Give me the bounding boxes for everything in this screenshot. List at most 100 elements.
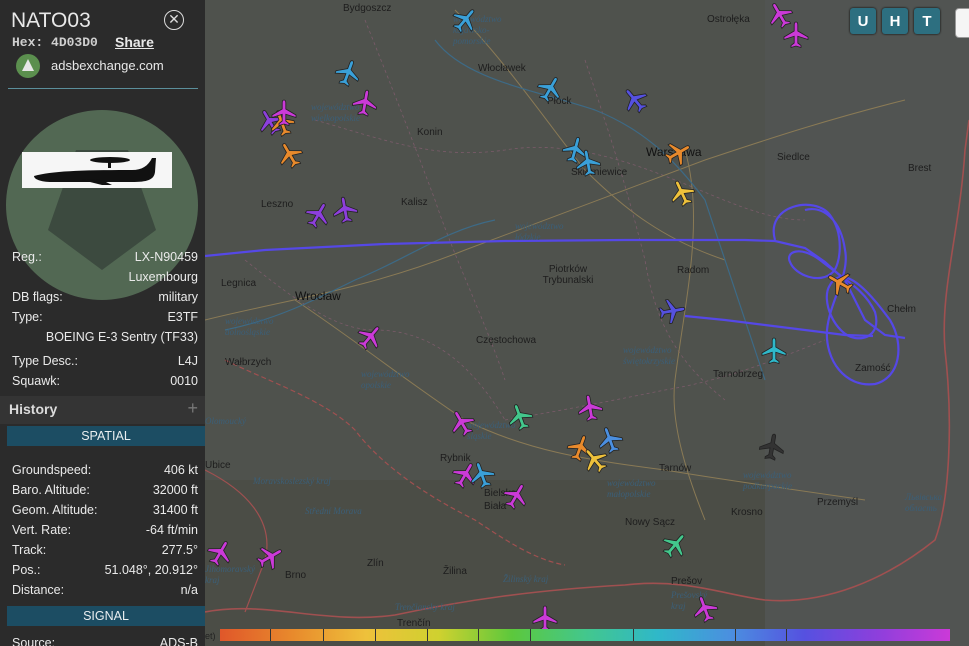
city-label: Siedlce (777, 152, 810, 163)
geom-altitude-label: Geom. Altitude: (12, 503, 98, 517)
signal-section-header[interactable]: SIGNAL (7, 606, 205, 626)
city-label: Brno (285, 570, 307, 581)
typedesc-value: L4J (177, 354, 198, 368)
vert-rate-value: -64 ft/min (145, 523, 198, 537)
region-label: województwo łódzkie (515, 221, 564, 242)
type-full-value: BOEING E-3 Sentry (TF33) (45, 330, 198, 344)
plane-icon[interactable] (759, 336, 789, 366)
hex-value: 4D03D0 (51, 35, 98, 50)
aircraft-silhouette-icon (22, 152, 172, 188)
source-label: Source: (12, 636, 56, 646)
region-label: Trenčiansky kraj (395, 602, 455, 612)
region-label: Žilinský kraj (503, 574, 549, 584)
city-label: Zamość (855, 363, 891, 374)
legend-label: et) (205, 631, 216, 641)
city-label: Bydgoszcz (343, 3, 392, 14)
city-label: Piotrków Trybunalski (542, 264, 594, 286)
plane-icon[interactable] (781, 20, 811, 50)
groundspeed-label: Groundspeed: (12, 463, 92, 477)
city-label: Wałbrzych (225, 357, 272, 368)
type-label: Type: (12, 310, 43, 324)
map-button-u[interactable]: U (850, 8, 876, 34)
altitude-legend (220, 629, 950, 641)
dbflags-label: DB flags: (12, 290, 63, 304)
track-label: Track: (12, 543, 47, 557)
city-label: Częstochowa (476, 335, 537, 346)
plane-icon[interactable] (573, 391, 608, 426)
distance-value: n/a (180, 583, 198, 597)
selected-plane-icon[interactable] (655, 294, 690, 329)
geom-altitude-value: 31400 ft (152, 503, 198, 517)
city-label: Tarnobrzeg (713, 369, 764, 380)
city-label: Legnica (221, 278, 257, 289)
region-label: województwo dolnośląskie (225, 316, 274, 337)
adsbexchange-logo-icon[interactable] (16, 54, 40, 78)
divider (8, 88, 198, 89)
city-label: Wrocław (295, 289, 341, 303)
track-value: 277.5° (161, 543, 198, 557)
city-label: Konin (417, 127, 443, 138)
layers-button[interactable] (955, 8, 969, 38)
city-label: Radom (677, 265, 710, 276)
city-label: Trenčín (397, 618, 431, 629)
plane-icon[interactable] (755, 430, 790, 465)
map-button-h[interactable]: H (882, 8, 908, 34)
share-link[interactable]: Share (115, 34, 154, 50)
history-section[interactable]: History + (0, 396, 205, 424)
close-icon[interactable]: ✕ (164, 10, 184, 30)
city-label: Zlín (367, 558, 384, 569)
city-label: Tarnów (659, 463, 692, 474)
region-label: województwo podkarpackie (743, 470, 792, 491)
plane-icon[interactable] (348, 86, 383, 121)
region-label: Olomoucký (205, 416, 246, 426)
region-label: województwo opolskie (361, 369, 410, 390)
city-label: Leszno (261, 199, 294, 210)
groundspeed-value: 406 kt (163, 463, 198, 477)
city-label: Ubice (205, 460, 231, 471)
region-label: Львівська область (905, 492, 942, 513)
position-label: Pos.: (12, 563, 41, 577)
callsign: NATO03 (11, 9, 91, 32)
map-background (205, 0, 969, 646)
typedesc-label: Type Desc.: (12, 354, 78, 368)
city-label: Włocławek (478, 63, 526, 74)
city-label: Krosno (731, 507, 763, 518)
city-label: Brest (908, 163, 932, 174)
aircraft-info-panel: NATO03 ✕ Hex: 4D03D0 Share adsbexchange.… (0, 0, 205, 646)
baro-altitude-value: 32000 ft (152, 483, 198, 497)
region-label: Moravskoslezský kraj (253, 476, 331, 486)
spatial-section-header[interactable]: SPATIAL (7, 426, 205, 446)
map-button-t[interactable]: T (914, 8, 940, 34)
plane-icon[interactable] (571, 146, 606, 181)
distance-label: Distance: (12, 583, 65, 597)
dbflags-value: military (158, 290, 198, 304)
city-label: Nowy Sącz (625, 517, 676, 528)
position-value: 51.048°, 20.912° (104, 563, 198, 577)
region-label: województwo małopolskie (607, 478, 656, 499)
city-label: Ostrołęka (707, 14, 750, 25)
source-value: ADS-B (159, 636, 198, 646)
plane-icon[interactable] (269, 98, 299, 128)
country-value: Luxembourg (128, 270, 199, 284)
reg-label: Reg.: (12, 250, 42, 264)
vert-rate-label: Vert. Rate: (12, 523, 72, 537)
map-view[interactable]: Bydgoszcz Ostrołęka Włocławek Płock Koni… (205, 0, 969, 646)
squawk-label: Squawk: (12, 374, 60, 388)
adsbexchange-link[interactable]: adsbexchange.com (51, 58, 164, 73)
plane-icon[interactable] (328, 193, 363, 228)
expand-plus-icon[interactable]: + (187, 398, 198, 419)
history-title: History (9, 401, 58, 417)
region-label: Střední Morava (305, 506, 362, 516)
city-label: Kalisz (401, 197, 428, 208)
hex-row: Hex: 4D03D0 (12, 35, 98, 50)
type-value[interactable]: E3TF (167, 310, 198, 324)
city-label: Prešov (671, 576, 703, 587)
hex-label: Hex: (12, 35, 44, 50)
reg-value[interactable]: LX-N90459 (135, 250, 198, 264)
city-label: Chełm (887, 304, 916, 315)
region-label: województwo świętokrzyskie (623, 345, 675, 366)
city-label: Žilina (443, 566, 467, 577)
baro-altitude-label: Baro. Altitude: (12, 483, 90, 497)
city-label: Przemyśl (817, 497, 859, 508)
squawk-value: 0010 (170, 374, 198, 388)
